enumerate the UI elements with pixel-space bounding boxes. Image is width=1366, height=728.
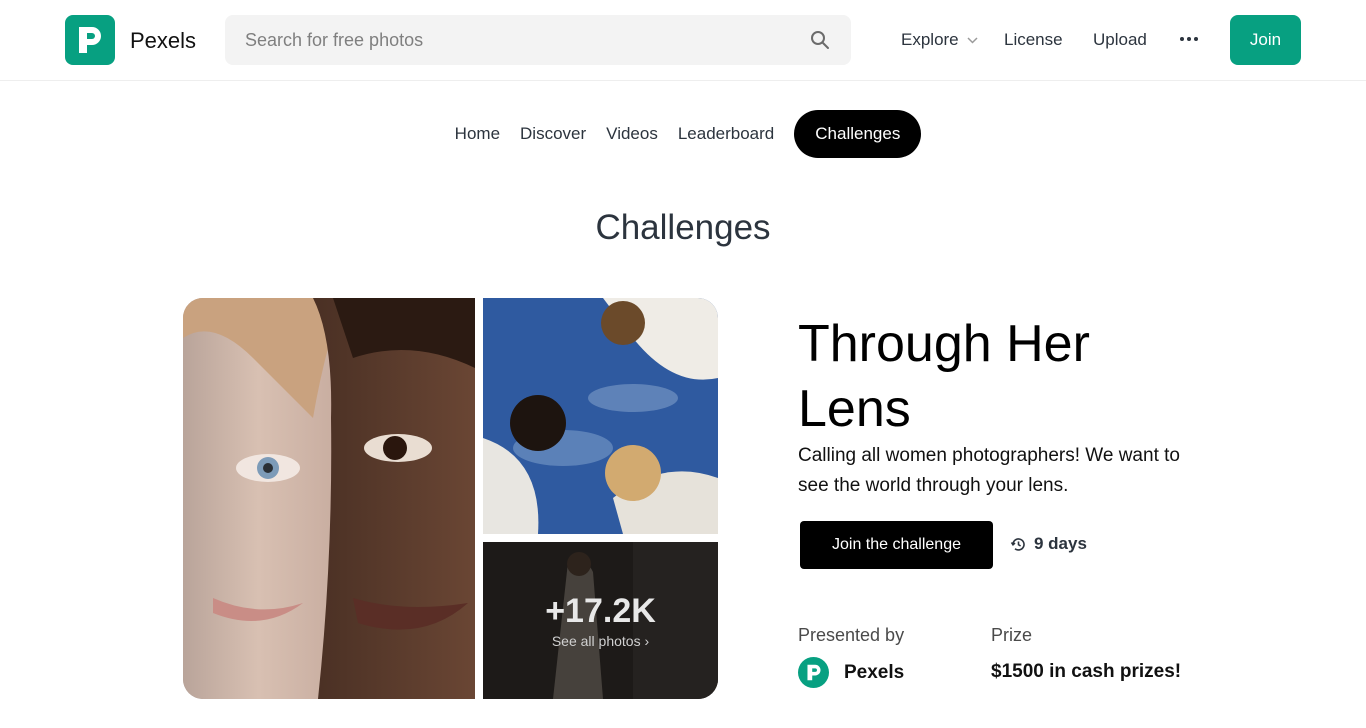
search-bar[interactable] <box>225 15 851 65</box>
tab-discover[interactable]: Discover <box>510 110 596 158</box>
tab-videos[interactable]: Videos <box>596 110 668 158</box>
prize-amount: $1500 in cash prizes! <box>991 661 1182 682</box>
page-title: Challenges <box>595 208 771 247</box>
join-challenge-button[interactable]: Join the challenge <box>800 521 993 569</box>
challenge-title: Through Her Lens <box>798 315 1090 438</box>
search-input[interactable] <box>245 29 809 51</box>
prize-label: Prize <box>991 625 1033 645</box>
see-all-photos-tile[interactable]: +17.2K See all photos › <box>483 542 718 699</box>
chevron-down-icon <box>967 36 978 44</box>
history-clock-icon <box>1010 536 1027 553</box>
explore-label: Explore <box>901 30 959 49</box>
pexels-avatar-icon <box>798 657 829 688</box>
tab-home[interactable]: Home <box>445 110 510 158</box>
sky-photo[interactable] <box>483 298 718 534</box>
tab-challenges[interactable]: Challenges <box>794 110 922 158</box>
explore-menu[interactable]: Explore <box>901 30 978 50</box>
presenter[interactable]: Pexels <box>798 657 904 688</box>
challenge-photo-collage[interactable]: +17.2K See all photos › <box>183 298 718 699</box>
tab-leaderboard[interactable]: Leaderboard <box>668 110 784 158</box>
see-all-photos-link[interactable]: See all photos › <box>552 633 649 649</box>
more-horizontal-icon[interactable] <box>1180 37 1200 43</box>
pexels-logo-icon[interactable] <box>65 15 115 65</box>
portrait-photo[interactable] <box>183 298 475 699</box>
section-tabs: Home Discover Videos Leaderboard Challen… <box>0 110 1366 158</box>
time-remaining: 9 days <box>1010 534 1087 554</box>
photo-count: +17.2K <box>545 592 656 630</box>
days-left: 9 days <box>1034 534 1087 553</box>
photo-count-overlay: +17.2K See all photos › <box>483 542 718 699</box>
challenge-description: Calling all women photographers! We want… <box>798 445 1180 496</box>
brand-name[interactable]: Pexels <box>130 28 196 54</box>
search-icon[interactable] <box>809 29 831 51</box>
top-navigation-bar: Pexels Explore License Upload Join <box>0 0 1366 81</box>
join-button[interactable]: Join <box>1230 15 1301 65</box>
license-link[interactable]: License <box>1004 30 1063 50</box>
upload-link[interactable]: Upload <box>1093 30 1147 50</box>
presenter-name[interactable]: Pexels <box>844 662 904 684</box>
presented-by-label: Presented by <box>798 625 905 645</box>
